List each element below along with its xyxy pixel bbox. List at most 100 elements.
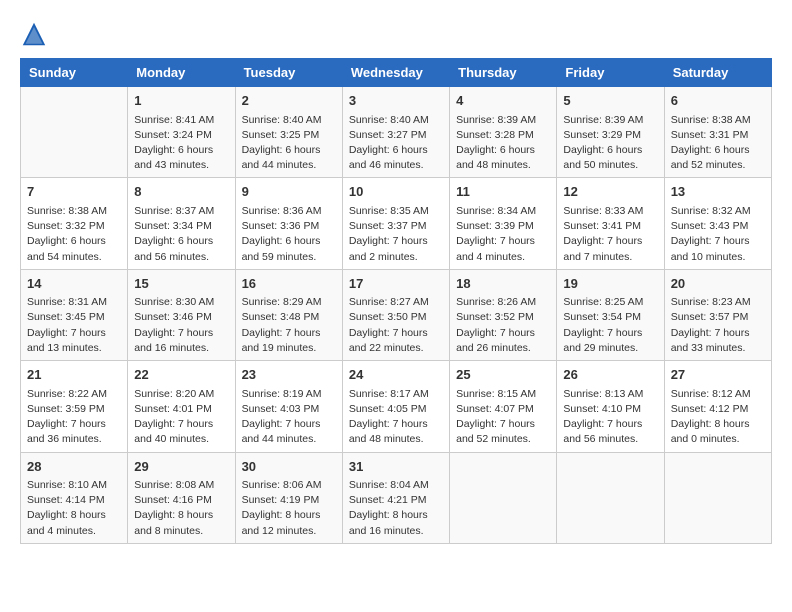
day-number: 7 (27, 182, 121, 202)
calendar-cell: 20Sunrise: 8:23 AMSunset: 3:57 PMDayligh… (664, 269, 771, 360)
calendar-cell: 18Sunrise: 8:26 AMSunset: 3:52 PMDayligh… (450, 269, 557, 360)
calendar-cell: 6Sunrise: 8:38 AMSunset: 3:31 PMDaylight… (664, 87, 771, 178)
calendar-cell: 16Sunrise: 8:29 AMSunset: 3:48 PMDayligh… (235, 269, 342, 360)
calendar-cell: 12Sunrise: 8:33 AMSunset: 3:41 PMDayligh… (557, 178, 664, 269)
day-number: 10 (349, 182, 443, 202)
day-info: Sunrise: 8:08 AMSunset: 4:16 PMDaylight:… (134, 478, 228, 539)
day-info: Sunrise: 8:32 AMSunset: 3:43 PMDaylight:… (671, 204, 765, 265)
day-number: 6 (671, 91, 765, 111)
calendar-cell (557, 452, 664, 543)
calendar-cell: 28Sunrise: 8:10 AMSunset: 4:14 PMDayligh… (21, 452, 128, 543)
day-info: Sunrise: 8:26 AMSunset: 3:52 PMDaylight:… (456, 295, 550, 356)
day-info: Sunrise: 8:13 AMSunset: 4:10 PMDaylight:… (563, 387, 657, 448)
day-info: Sunrise: 8:25 AMSunset: 3:54 PMDaylight:… (563, 295, 657, 356)
day-info: Sunrise: 8:38 AMSunset: 3:31 PMDaylight:… (671, 113, 765, 174)
calendar-cell: 7Sunrise: 8:38 AMSunset: 3:32 PMDaylight… (21, 178, 128, 269)
day-number: 4 (456, 91, 550, 111)
calendar-cell: 26Sunrise: 8:13 AMSunset: 4:10 PMDayligh… (557, 361, 664, 452)
calendar-week-row: 1Sunrise: 8:41 AMSunset: 3:24 PMDaylight… (21, 87, 772, 178)
calendar-cell: 15Sunrise: 8:30 AMSunset: 3:46 PMDayligh… (128, 269, 235, 360)
day-number: 29 (134, 457, 228, 477)
day-info: Sunrise: 8:06 AMSunset: 4:19 PMDaylight:… (242, 478, 336, 539)
calendar-cell (450, 452, 557, 543)
day-number: 23 (242, 365, 336, 385)
day-info: Sunrise: 8:31 AMSunset: 3:45 PMDaylight:… (27, 295, 121, 356)
logo (20, 20, 52, 48)
calendar-cell: 1Sunrise: 8:41 AMSunset: 3:24 PMDaylight… (128, 87, 235, 178)
calendar-cell: 3Sunrise: 8:40 AMSunset: 3:27 PMDaylight… (342, 87, 449, 178)
day-number: 19 (563, 274, 657, 294)
day-number: 20 (671, 274, 765, 294)
day-header-tuesday: Tuesday (235, 59, 342, 87)
calendar-cell: 9Sunrise: 8:36 AMSunset: 3:36 PMDaylight… (235, 178, 342, 269)
day-number: 28 (27, 457, 121, 477)
day-number: 11 (456, 182, 550, 202)
calendar-cell: 27Sunrise: 8:12 AMSunset: 4:12 PMDayligh… (664, 361, 771, 452)
day-header-sunday: Sunday (21, 59, 128, 87)
day-info: Sunrise: 8:36 AMSunset: 3:36 PMDaylight:… (242, 204, 336, 265)
day-number: 12 (563, 182, 657, 202)
day-info: Sunrise: 8:37 AMSunset: 3:34 PMDaylight:… (134, 204, 228, 265)
day-info: Sunrise: 8:30 AMSunset: 3:46 PMDaylight:… (134, 295, 228, 356)
day-number: 14 (27, 274, 121, 294)
calendar-cell: 10Sunrise: 8:35 AMSunset: 3:37 PMDayligh… (342, 178, 449, 269)
day-info: Sunrise: 8:34 AMSunset: 3:39 PMDaylight:… (456, 204, 550, 265)
day-number: 25 (456, 365, 550, 385)
day-info: Sunrise: 8:22 AMSunset: 3:59 PMDaylight:… (27, 387, 121, 448)
calendar-week-row: 21Sunrise: 8:22 AMSunset: 3:59 PMDayligh… (21, 361, 772, 452)
calendar-cell: 13Sunrise: 8:32 AMSunset: 3:43 PMDayligh… (664, 178, 771, 269)
calendar-week-row: 7Sunrise: 8:38 AMSunset: 3:32 PMDaylight… (21, 178, 772, 269)
day-header-saturday: Saturday (664, 59, 771, 87)
day-number: 16 (242, 274, 336, 294)
page-header (20, 20, 772, 48)
day-info: Sunrise: 8:39 AMSunset: 3:29 PMDaylight:… (563, 113, 657, 174)
day-info: Sunrise: 8:39 AMSunset: 3:28 PMDaylight:… (456, 113, 550, 174)
calendar-week-row: 14Sunrise: 8:31 AMSunset: 3:45 PMDayligh… (21, 269, 772, 360)
day-info: Sunrise: 8:19 AMSunset: 4:03 PMDaylight:… (242, 387, 336, 448)
calendar-cell (664, 452, 771, 543)
day-info: Sunrise: 8:10 AMSunset: 4:14 PMDaylight:… (27, 478, 121, 539)
day-number: 18 (456, 274, 550, 294)
day-number: 3 (349, 91, 443, 111)
day-info: Sunrise: 8:20 AMSunset: 4:01 PMDaylight:… (134, 387, 228, 448)
calendar-cell: 5Sunrise: 8:39 AMSunset: 3:29 PMDaylight… (557, 87, 664, 178)
day-number: 30 (242, 457, 336, 477)
calendar-cell: 11Sunrise: 8:34 AMSunset: 3:39 PMDayligh… (450, 178, 557, 269)
day-info: Sunrise: 8:23 AMSunset: 3:57 PMDaylight:… (671, 295, 765, 356)
day-info: Sunrise: 8:29 AMSunset: 3:48 PMDaylight:… (242, 295, 336, 356)
calendar-header-row: SundayMondayTuesdayWednesdayThursdayFrid… (21, 59, 772, 87)
calendar-cell: 14Sunrise: 8:31 AMSunset: 3:45 PMDayligh… (21, 269, 128, 360)
day-number: 1 (134, 91, 228, 111)
day-header-friday: Friday (557, 59, 664, 87)
day-info: Sunrise: 8:41 AMSunset: 3:24 PMDaylight:… (134, 113, 228, 174)
day-number: 24 (349, 365, 443, 385)
logo-icon (20, 20, 48, 48)
day-info: Sunrise: 8:38 AMSunset: 3:32 PMDaylight:… (27, 204, 121, 265)
calendar-week-row: 28Sunrise: 8:10 AMSunset: 4:14 PMDayligh… (21, 452, 772, 543)
calendar-cell: 22Sunrise: 8:20 AMSunset: 4:01 PMDayligh… (128, 361, 235, 452)
day-number: 8 (134, 182, 228, 202)
day-info: Sunrise: 8:12 AMSunset: 4:12 PMDaylight:… (671, 387, 765, 448)
calendar-cell: 21Sunrise: 8:22 AMSunset: 3:59 PMDayligh… (21, 361, 128, 452)
day-info: Sunrise: 8:17 AMSunset: 4:05 PMDaylight:… (349, 387, 443, 448)
day-number: 5 (563, 91, 657, 111)
calendar-cell: 2Sunrise: 8:40 AMSunset: 3:25 PMDaylight… (235, 87, 342, 178)
day-number: 13 (671, 182, 765, 202)
day-info: Sunrise: 8:15 AMSunset: 4:07 PMDaylight:… (456, 387, 550, 448)
day-info: Sunrise: 8:04 AMSunset: 4:21 PMDaylight:… (349, 478, 443, 539)
day-number: 15 (134, 274, 228, 294)
calendar-cell: 24Sunrise: 8:17 AMSunset: 4:05 PMDayligh… (342, 361, 449, 452)
day-number: 17 (349, 274, 443, 294)
calendar-cell: 19Sunrise: 8:25 AMSunset: 3:54 PMDayligh… (557, 269, 664, 360)
day-info: Sunrise: 8:40 AMSunset: 3:27 PMDaylight:… (349, 113, 443, 174)
day-info: Sunrise: 8:33 AMSunset: 3:41 PMDaylight:… (563, 204, 657, 265)
calendar-cell: 17Sunrise: 8:27 AMSunset: 3:50 PMDayligh… (342, 269, 449, 360)
day-info: Sunrise: 8:35 AMSunset: 3:37 PMDaylight:… (349, 204, 443, 265)
calendar-cell: 25Sunrise: 8:15 AMSunset: 4:07 PMDayligh… (450, 361, 557, 452)
calendar-cell: 30Sunrise: 8:06 AMSunset: 4:19 PMDayligh… (235, 452, 342, 543)
day-header-monday: Monday (128, 59, 235, 87)
calendar-cell: 8Sunrise: 8:37 AMSunset: 3:34 PMDaylight… (128, 178, 235, 269)
calendar-cell: 29Sunrise: 8:08 AMSunset: 4:16 PMDayligh… (128, 452, 235, 543)
calendar-table: SundayMondayTuesdayWednesdayThursdayFrid… (20, 58, 772, 544)
day-number: 31 (349, 457, 443, 477)
